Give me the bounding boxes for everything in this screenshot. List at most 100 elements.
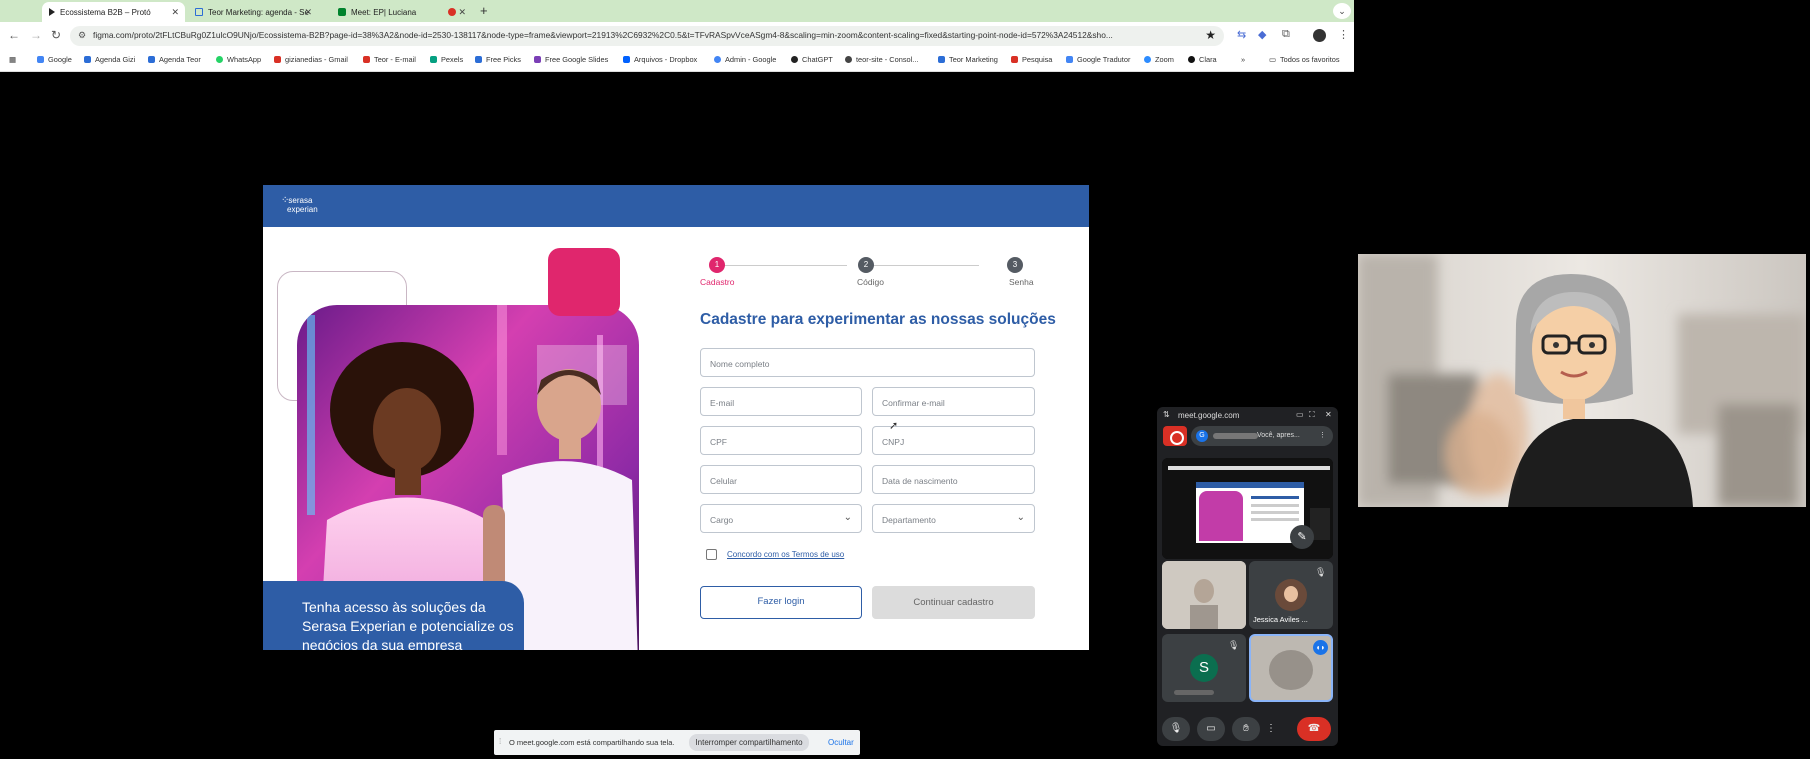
toolbar: ← → ↻ ⚙ figma.com/proto/2tFLtCBuRg0Z1ulc… xyxy=(0,22,1354,50)
birthdate-input[interactable]: Data de nascimento xyxy=(872,465,1035,494)
more-icon[interactable]: ⋮ xyxy=(1319,426,1326,446)
bookmark-star-icon[interactable]: ★ xyxy=(1205,28,1216,42)
bookmark-item[interactable]: Zoom xyxy=(1144,55,1174,64)
bookmark-item[interactable]: ChatGPT xyxy=(791,55,833,64)
bookmark-item[interactable]: Google xyxy=(37,55,72,64)
bookmark-item[interactable]: teor-site - Consol... xyxy=(845,55,918,64)
bookmark-item[interactable]: Admin - Google xyxy=(714,55,776,64)
bookmark-item[interactable]: Agenda Gizi xyxy=(84,55,135,64)
confirm-email-input[interactable]: Confirmar e-mail xyxy=(872,387,1035,416)
translate-icon[interactable]: ⇆ xyxy=(1237,28,1246,41)
stop-sharing-button[interactable]: Interromper compartilhamento xyxy=(689,734,809,751)
tab-title: Meet: EP| Luciana xyxy=(351,7,417,17)
terms-link[interactable]: Concordo com os Termos de uso xyxy=(727,550,844,559)
tab-meet[interactable]: Meet: EP| Luciana ✕ xyxy=(331,2,472,22)
bookmark-item[interactable]: Arquivos - Dropbox xyxy=(623,55,697,64)
bookmark-item[interactable]: Clara xyxy=(1188,55,1217,64)
more-bookmarks-icon[interactable]: » xyxy=(1241,55,1245,64)
apps-grid-icon[interactable]: ▦ xyxy=(9,55,16,64)
bookmark-item[interactable]: Agenda Teor xyxy=(148,55,201,64)
close-icon[interactable]: ✕ xyxy=(304,7,312,18)
hero-banner: Tenha acesso às soluções da Serasa Exper… xyxy=(263,581,524,650)
tab-search-button[interactable]: ⌄ xyxy=(1333,3,1351,19)
bookmark-item[interactable]: Teor - E-mail xyxy=(363,55,416,64)
record-icon[interactable] xyxy=(1163,426,1187,446)
participant-tile-self[interactable]: ◖◗ xyxy=(1249,634,1333,702)
presenting-chip[interactable]: G Você, apres... ⋮ xyxy=(1191,426,1333,446)
phone-input[interactable]: Celular xyxy=(700,465,862,494)
share-status-text: O meet.google.com está compartilhando su… xyxy=(509,738,675,747)
avatar-initial: S xyxy=(1190,654,1218,682)
redacted-name xyxy=(1213,433,1258,439)
leave-call-button[interactable]: ☎︎ xyxy=(1297,717,1331,741)
step-1-indicator: 1 xyxy=(709,257,725,273)
camera-icon[interactable]: ▭ xyxy=(1296,410,1304,419)
close-icon[interactable]: ✕ xyxy=(171,7,179,18)
more-options-icon[interactable]: ⋮ xyxy=(1265,717,1277,741)
speaking-icon: ◖◗ xyxy=(1313,640,1328,655)
tab-strip: Ecossistema B2B – Protó ✕ Teor Marketing… xyxy=(0,0,1354,22)
participant-tile[interactable] xyxy=(1162,561,1246,629)
browser-window: Ecossistema B2B – Protó ✕ Teor Marketing… xyxy=(0,0,1354,72)
meet-status-bar: G Você, apres... ⋮ xyxy=(1163,426,1333,446)
account-icon: G xyxy=(1196,430,1208,442)
full-name-input[interactable]: Nome completo xyxy=(700,348,1035,377)
terms-checkbox[interactable] xyxy=(706,549,717,560)
bookmark-item[interactable]: WhatsApp xyxy=(216,55,261,64)
meet-controls: 🎙︎ ▭ ✋︎ ⋮ ☎︎ xyxy=(1157,713,1338,746)
meet-domain: meet.google.com xyxy=(1178,411,1240,420)
bookmark-item[interactable]: Google Tradutor xyxy=(1066,55,1130,64)
participant-tile-s[interactable]: 🎙︎ S xyxy=(1162,634,1246,702)
hero-image-area: Tenha acesso às soluções da Serasa Exper… xyxy=(263,227,639,650)
bookmark-item[interactable]: Teor Marketing xyxy=(938,55,998,64)
form-title: Cadastre para experimentar as nossas sol… xyxy=(700,311,1056,328)
tab-figma[interactable]: Ecossistema B2B – Protó ✕ xyxy=(42,2,185,22)
bookmark-item[interactable]: Free Picks xyxy=(475,55,521,64)
address-bar[interactable]: ⚙ figma.com/proto/2tFLtCBuRg0Z1ulcO9UNjo… xyxy=(70,26,1224,46)
handle-icon[interactable]: ⇅ xyxy=(1163,410,1170,419)
email-input[interactable]: E-mail xyxy=(700,387,862,416)
drag-handle-icon[interactable]: ⁞ xyxy=(499,737,501,746)
microphone-button[interactable]: 🎙︎ xyxy=(1162,717,1190,741)
camera-button[interactable]: ▭ xyxy=(1197,717,1225,741)
reload-icon[interactable]: ↻ xyxy=(51,28,61,42)
site-info-icon[interactable]: ⚙ xyxy=(78,30,86,41)
meet-floating-window: ⇅ meet.google.com ▭ ⛶ ✕ G Você, apres...… xyxy=(1157,407,1338,746)
recording-icon xyxy=(448,8,456,16)
forward-icon[interactable]: → xyxy=(30,28,42,42)
bookmark-item[interactable]: Pexels xyxy=(430,55,463,64)
close-icon[interactable]: ✕ xyxy=(1325,410,1332,419)
profile-avatar[interactable] xyxy=(1313,29,1326,42)
meet-icon xyxy=(338,8,346,16)
raise-hand-button[interactable]: ✋︎ xyxy=(1232,717,1260,741)
tab-teor-marketing[interactable]: Teor Marketing: agenda - Se ✕ xyxy=(188,2,318,22)
extension-icon[interactable]: ◆ xyxy=(1258,28,1266,41)
login-button[interactable]: Fazer login xyxy=(700,586,862,619)
bookmark-item[interactable]: gizianedias - Gmail xyxy=(274,55,348,64)
close-icon[interactable]: ✕ xyxy=(458,7,466,18)
tab-title: Ecossistema B2B – Protó xyxy=(60,7,151,17)
all-bookmarks-folder[interactable]: ▭ Todos os favoritos xyxy=(1269,55,1340,64)
preview-browser-bar xyxy=(1168,466,1330,470)
step-2-label: Código xyxy=(857,277,884,287)
presenter-webcam xyxy=(1358,254,1806,507)
extensions-puzzle-icon[interactable]: ⧉ xyxy=(1282,28,1290,41)
hero-banner-text: Tenha acesso às soluções da Serasa Exper… xyxy=(302,599,514,650)
cpf-input[interactable]: CPF xyxy=(700,426,862,455)
preview-frame xyxy=(1196,482,1304,543)
department-select[interactable]: Departamento ⌄ xyxy=(872,504,1035,533)
annotate-icon[interactable]: ✎ xyxy=(1290,525,1314,549)
new-tab-button[interactable]: + xyxy=(480,3,488,18)
back-icon[interactable]: ← xyxy=(8,28,20,42)
serasa-experian-logo: ⁘serasa experian xyxy=(281,195,318,215)
hide-button[interactable]: Ocultar xyxy=(828,738,854,747)
bookmark-item[interactable]: Free Google Slides xyxy=(534,55,608,64)
bookmark-item[interactable]: Pesquisa xyxy=(1011,55,1052,64)
mic-off-icon: 🎙︎ xyxy=(1315,567,1327,577)
menu-dots-icon[interactable]: ⋮ xyxy=(1338,28,1349,41)
participant-tile-jessica[interactable]: 🎙︎ Jessica Aviles ... xyxy=(1249,561,1333,629)
role-select[interactable]: Cargo ⌄ xyxy=(700,504,862,533)
continue-button[interactable]: Continuar cadastro xyxy=(872,586,1035,619)
pink-decorative-square xyxy=(548,248,620,316)
expand-icon[interactable]: ⛶ xyxy=(1309,410,1315,420)
